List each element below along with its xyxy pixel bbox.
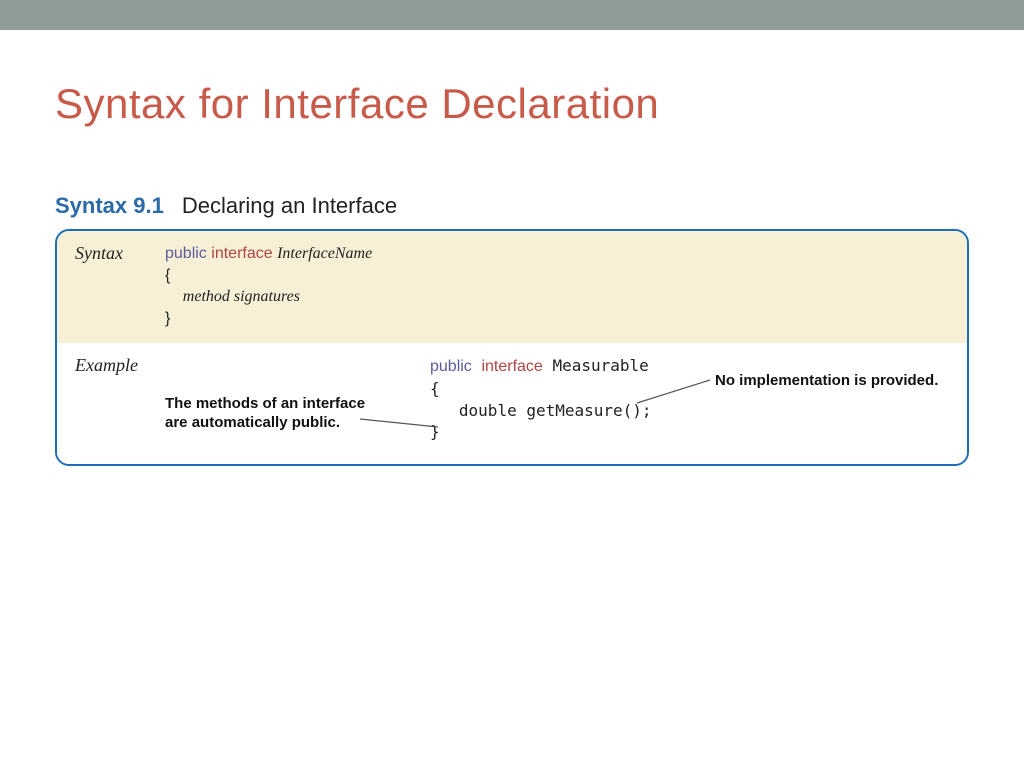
syntax-box: Syntax public interface InterfaceName { … (55, 229, 969, 466)
example-method: double getMeasure(); (459, 401, 652, 420)
example-label: Example (75, 355, 165, 450)
interface-name-placeholder: InterfaceName (277, 245, 372, 262)
brace-open: { (430, 379, 440, 398)
page-title: Syntax for Interface Declaration (55, 80, 969, 128)
keyword-public: public (430, 358, 472, 375)
top-bar (0, 0, 1024, 30)
method-signatures-placeholder: method signatures (183, 288, 300, 305)
syntax-heading: Syntax 9.1 Declaring an Interface (55, 193, 969, 219)
brace-close: } (430, 422, 440, 441)
keyword-interface: interface (211, 245, 272, 262)
syntax-number: Syntax 9.1 (55, 193, 164, 218)
syntax-code: public interface InterfaceName { method … (165, 243, 372, 329)
syntax-label: Syntax (75, 243, 165, 329)
example-section: Example public interface Measurable { do… (57, 343, 967, 464)
annotation-public-methods: The methods of an interface are automati… (165, 395, 385, 433)
syntax-section: Syntax public interface InterfaceName { … (57, 231, 967, 343)
brace-open: { (165, 267, 170, 284)
syntax-subtitle: Declaring an Interface (182, 193, 397, 218)
brace-close: } (165, 310, 170, 327)
annotation-no-implementation: No implementation is provided. (715, 372, 938, 391)
example-wrap: public interface Measurable { double get… (165, 355, 949, 450)
slide-content: Syntax for Interface Declaration Syntax … (0, 30, 1024, 466)
keyword-public: public (165, 245, 207, 262)
keyword-interface: interface (481, 358, 542, 375)
example-code: public interface Measurable { double get… (430, 355, 652, 442)
interface-class-name: Measurable (552, 356, 648, 375)
